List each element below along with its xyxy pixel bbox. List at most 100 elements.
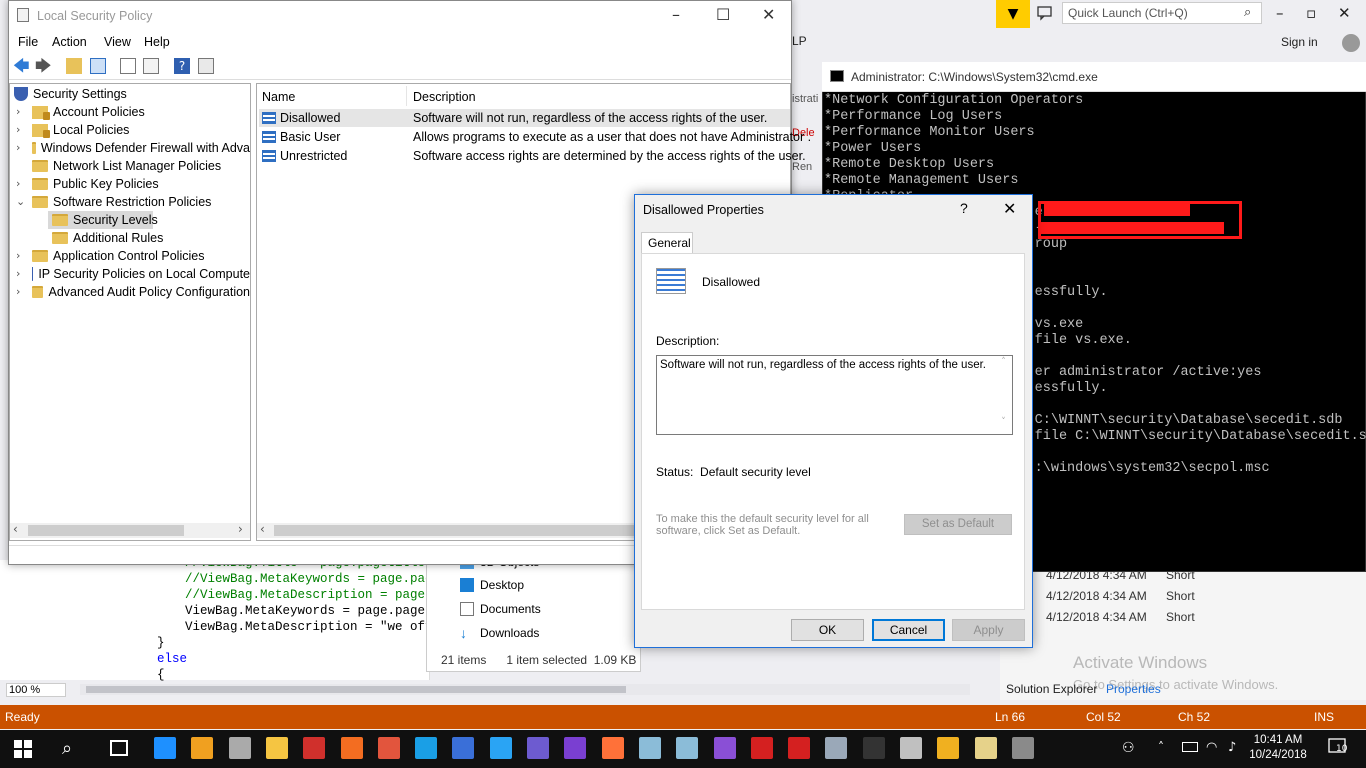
expand-arrow-icon[interactable]: › — [16, 249, 20, 262]
nav-item-downloads[interactable]: ↓ Downloads — [460, 623, 539, 643]
pdf-icon[interactable] — [750, 737, 773, 759]
nav-item-desktop[interactable]: Desktop — [460, 575, 524, 595]
expand-arrow-icon[interactable]: › — [16, 105, 20, 118]
firefox-icon[interactable] — [601, 737, 624, 759]
expand-arrow-icon[interactable]: › — [16, 177, 20, 190]
tab-general[interactable]: General — [641, 232, 693, 254]
clock[interactable]: 10:41 AM 10/24/2018 — [1248, 733, 1308, 763]
pdf2-icon[interactable] — [788, 737, 811, 759]
edge-icon[interactable] — [154, 737, 176, 759]
scroll-down-icon[interactable]: ˅ — [996, 417, 1011, 427]
help-button[interactable]: ? — [960, 200, 968, 216]
cmd-icon[interactable] — [862, 737, 885, 759]
ok-button[interactable]: OK — [791, 619, 864, 641]
console-icon[interactable] — [198, 58, 214, 74]
column-divider[interactable] — [406, 86, 407, 106]
file-explorer-icon[interactable] — [265, 737, 288, 759]
ccleaner-icon[interactable] — [489, 737, 512, 759]
close-icon[interactable]: ✕ — [762, 5, 775, 24]
minimize-icon[interactable]: – — [1276, 4, 1284, 22]
visual-studio-code-icon[interactable] — [527, 737, 549, 759]
table-row[interactable]: Disallowed — [262, 111, 340, 125]
tree-item[interactable]: Additional Rules — [52, 229, 163, 247]
server-icon[interactable] — [1011, 737, 1034, 759]
dotpeek-icon[interactable] — [564, 737, 587, 759]
powershell-icon[interactable] — [452, 737, 475, 759]
chevron-up-icon[interactable]: ˄ — [1158, 740, 1164, 754]
file-row[interactable]: 4/12/2018 4:34 AM Short — [1046, 589, 1195, 603]
tree-item[interactable]: IP Security Policies on Local Compute — [32, 265, 250, 283]
table-row[interactable]: Unrestricted — [262, 149, 347, 163]
xampp-icon[interactable] — [340, 737, 363, 759]
menu-view[interactable]: View — [104, 35, 131, 49]
show-hide-tree-icon[interactable] — [90, 58, 106, 74]
scrollbar-thumb[interactable] — [86, 686, 626, 693]
column-header-description[interactable]: Description — [413, 90, 476, 104]
maximize-icon[interactable]: ☐ — [716, 5, 730, 24]
scrollbar-thumb[interactable] — [28, 525, 184, 536]
expand-arrow-icon[interactable]: › — [16, 285, 20, 298]
visual-studio-icon[interactable] — [713, 737, 736, 759]
menu-action[interactable]: Action — [52, 35, 87, 49]
battery-icon[interactable] — [1182, 742, 1198, 752]
drive-icon[interactable] — [228, 737, 251, 759]
set-as-default-button[interactable]: Set as Default — [904, 514, 1012, 535]
wifi-icon[interactable]: ◠ — [1206, 740, 1217, 755]
people-icon[interactable]: ⚇ — [1122, 740, 1135, 756]
file-row[interactable]: 4/12/2018 4:34 AM Short — [1046, 610, 1195, 624]
description-scrollbar[interactable]: ˄ ˅ — [996, 357, 1011, 433]
zoom-dropdown[interactable]: 100 % — [6, 683, 66, 697]
task-view-icon[interactable] — [110, 740, 128, 756]
scroll-up-icon[interactable]: ˄ — [996, 357, 1011, 367]
tree-item[interactable]: Local Policies — [32, 121, 129, 139]
up-folder-icon[interactable] — [66, 58, 82, 74]
nav-item-documents[interactable]: Documents — [460, 599, 541, 619]
minimize-icon[interactable]: – — [672, 5, 680, 24]
scroll-left-icon[interactable]: ‹ — [13, 522, 18, 536]
scroll-right-icon[interactable]: › — [238, 522, 243, 536]
notepad-icon[interactable] — [638, 737, 661, 759]
start-icon[interactable] — [14, 740, 32, 761]
menu-help[interactable]: Help — [144, 35, 170, 49]
tree-item[interactable]: Network List Manager Policies — [32, 157, 221, 175]
expand-arrow-icon[interactable]: › — [16, 141, 20, 154]
search-icon[interactable]: ⌕ — [1244, 5, 1251, 20]
cancel-button[interactable]: Cancel — [872, 619, 945, 641]
app-icon[interactable] — [900, 737, 922, 759]
tree-item[interactable]: Public Key Policies — [32, 175, 159, 193]
tree-item[interactable]: Security Settings — [14, 85, 127, 103]
volume-icon[interactable]: ♪ — [1228, 740, 1236, 755]
back-arrow-icon[interactable]: 🡄 — [13, 58, 30, 74]
sign-in-link[interactable]: Sign in — [1281, 35, 1318, 49]
expand-arrow-icon[interactable]: › — [16, 267, 20, 280]
tree-item[interactable]: Account Policies — [32, 103, 145, 121]
close-icon[interactable]: ✕ — [1338, 4, 1351, 22]
feedback-icon[interactable] — [1036, 4, 1054, 22]
quick-launch-input[interactable]: Quick Launch (Ctrl+Q) — [1062, 2, 1262, 24]
store-icon[interactable] — [191, 737, 214, 759]
control-panel-icon[interactable] — [825, 737, 848, 759]
tree-item[interactable]: Software Restriction Policies — [32, 193, 211, 211]
vs-menu-help-fragment[interactable]: LP — [792, 34, 807, 48]
column-header-name[interactable]: Name — [262, 90, 295, 104]
maximize-icon[interactable]: ▫ — [1306, 4, 1316, 22]
apply-button[interactable]: Apply — [952, 619, 1025, 641]
expand-arrow-icon[interactable]: › — [16, 123, 20, 136]
notification-flag-icon[interactable]: ▼ — [996, 0, 1030, 28]
export-list-icon[interactable] — [143, 58, 159, 74]
filezilla-icon[interactable] — [303, 737, 326, 759]
properties-icon[interactable] — [120, 58, 136, 74]
help-icon[interactable]: ? — [174, 58, 190, 74]
notes-icon[interactable] — [974, 737, 997, 759]
search-icon[interactable]: ⌕ — [62, 738, 72, 759]
scrollbar-thumb[interactable] — [274, 525, 634, 536]
forward-arrow-icon[interactable]: 🡆 — [35, 58, 52, 74]
table-row[interactable]: Basic User — [262, 130, 340, 144]
skype-icon[interactable] — [415, 737, 438, 759]
collapse-arrow-icon[interactable]: ⌄ — [16, 195, 25, 208]
tree-item[interactable]: Application Control Policies — [32, 247, 204, 265]
tab-solution-explorer[interactable]: Solution Explorer — [1006, 682, 1097, 696]
tree-item[interactable]: Windows Defender Firewall with Adva — [32, 139, 250, 157]
action-center-icon[interactable]: 10 — [1328, 738, 1350, 758]
menu-file[interactable]: File — [18, 35, 38, 49]
